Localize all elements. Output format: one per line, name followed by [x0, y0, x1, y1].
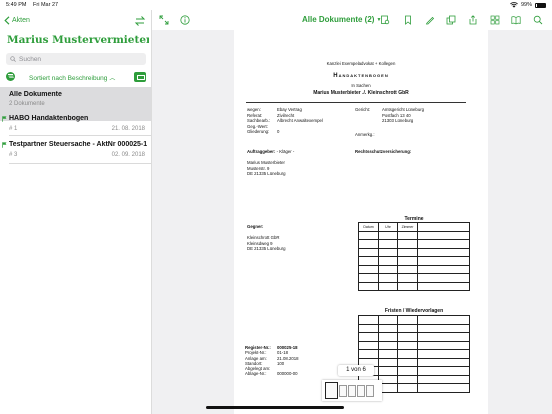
battery-percent: 99% [520, 2, 532, 8]
flag-icon [2, 116, 7, 122]
info-icon[interactable] [180, 15, 190, 25]
list-item[interactable]: HABO Handaktenbogen # 1 21. 08. 2018 [0, 111, 151, 137]
gericht-label: Gericht: [355, 107, 371, 112]
page-thumbnail[interactable] [325, 382, 338, 399]
status-bar: 5:49 PM Fri Mar 27 99% [0, 0, 552, 10]
back-button[interactable]: Akten [4, 16, 30, 25]
list-item-number: # 3 [9, 152, 18, 158]
list-item-number: # 1 [9, 126, 18, 132]
comment-icon[interactable] [134, 72, 146, 82]
sort-row: Sortiert nach Beschreibung ︿ [6, 72, 146, 82]
search-icon [10, 56, 16, 62]
chevron-up-icon: ︿ [109, 76, 116, 82]
filter-icon[interactable] [6, 72, 15, 81]
sort-label: Sortiert nach Beschreibung [29, 75, 108, 82]
flag-icon [2, 142, 7, 148]
list-item[interactable]: Testpartner Steuersache - AktNr 000025-1… [0, 138, 151, 164]
chevron-left-icon [4, 16, 10, 25]
firm-name: Kanzlei Exempeladvokat + Kollegen [326, 61, 396, 66]
home-indicator[interactable] [206, 406, 344, 409]
list-item-title: Alle Dokumente [9, 91, 62, 98]
wifi-icon [510, 2, 518, 8]
page-indicator: 1 von 6 [338, 365, 374, 376]
search-input[interactable] [19, 55, 139, 63]
auftraggeber: Auftraggeber: - Kläger - [247, 149, 295, 154]
page-thumbnail[interactable] [348, 384, 356, 397]
list-item-date: 21. 08. 2018 [111, 126, 145, 132]
swap-icon[interactable] [134, 15, 146, 27]
document-heading: Handaktenbogen [333, 73, 389, 79]
register-labels: Register-Nr.: Projekt-Nr.: Anlage am: Stand… [245, 345, 271, 377]
fullscreen-icon[interactable] [159, 15, 169, 25]
document-viewer[interactable]: Kanzlei Exempeladvokat + Kollegen Handak… [152, 30, 552, 414]
book-icon[interactable] [511, 15, 521, 25]
list-item-subtitle: 2 Dokumente [9, 101, 45, 107]
battery-icon [535, 2, 546, 8]
status-date: Fri Mar 27 [33, 2, 59, 8]
case-title: Marius Mustervermieter ./. Kleinschrott … [7, 34, 149, 46]
back-button-label: Akten [12, 17, 30, 24]
sidebar: Akten Marius Mustervermieter ./. Kleinsc… [0, 10, 152, 414]
divider [9, 163, 151, 164]
rechtsschutz-label: Rechtsschutzversicherung: [355, 149, 412, 154]
register-values: 000025-18 01-18 21.08.2018 100 000000-00 [277, 345, 299, 377]
search-icon[interactable] [533, 15, 543, 25]
document-title: Alle Dokumente (2) [302, 15, 375, 24]
search-bar[interactable] [6, 53, 146, 65]
sort-button[interactable]: Sortiert nach Beschreibung ︿ [29, 73, 115, 82]
list-item-title: HABO Handaktenbogen [9, 115, 89, 122]
parties: Marius Musterbieter ./. Kleinschrott GbR [313, 90, 409, 96]
in-sachen: In Sachen [351, 83, 371, 88]
fristen-title: Fristen / Wiedervorlagen [384, 308, 444, 314]
anmerkung-label: Anmerkg.: [355, 132, 375, 137]
document-page[interactable]: Kanzlei Exempeladvokat + Kollegen Handak… [234, 30, 488, 414]
gericht-address: Amtsgericht Lüneburg Postfach 13 40 21303 … [382, 107, 425, 124]
page-thumbnail[interactable] [339, 384, 347, 397]
termine-table: Datum Uhr Zimmer [358, 222, 470, 291]
divider [246, 102, 466, 103]
list-item-title: Testpartner Steuersache - AktNr 000025-1… [9, 141, 147, 148]
share-icon[interactable] [468, 15, 478, 25]
status-time: 5:49 PM [6, 2, 27, 8]
case-field-values: Ebay Vertrag Zivilrecht Albrecht Anwaltexe… [277, 107, 323, 135]
auftraggeber-address: Marius Musterbieter Musterstr. 9 DE 21335 … [247, 160, 286, 177]
document-title-button[interactable]: Alle Dokumente (2) ▼ [302, 15, 381, 24]
list-item-date: 02. 09. 2018 [111, 152, 145, 158]
gegner-address: Kleinschrott GbR Kleinsdweg 9 DE 21335 Lün… [247, 235, 286, 252]
document-toolbar: Alle Dokumente (2) ▼ [152, 10, 552, 30]
case-field-labels: wegen: Referat: Sachbearb.: Geg.-Wert: Glied… [247, 107, 271, 135]
scan-document-icon[interactable] [380, 15, 390, 25]
sidebar-header: Akten [4, 14, 148, 30]
pen-icon[interactable] [425, 15, 435, 25]
duplicate-icon[interactable] [446, 15, 456, 25]
gegner-label: Gegner: [247, 224, 264, 229]
page-thumbnail[interactable] [357, 384, 365, 397]
grid-view-icon[interactable] [490, 15, 500, 25]
page-thumbnail[interactable] [366, 384, 374, 397]
divider [9, 135, 151, 136]
bookmark-icon[interactable] [403, 15, 413, 25]
page-thumbnail-strip[interactable] [322, 380, 382, 401]
